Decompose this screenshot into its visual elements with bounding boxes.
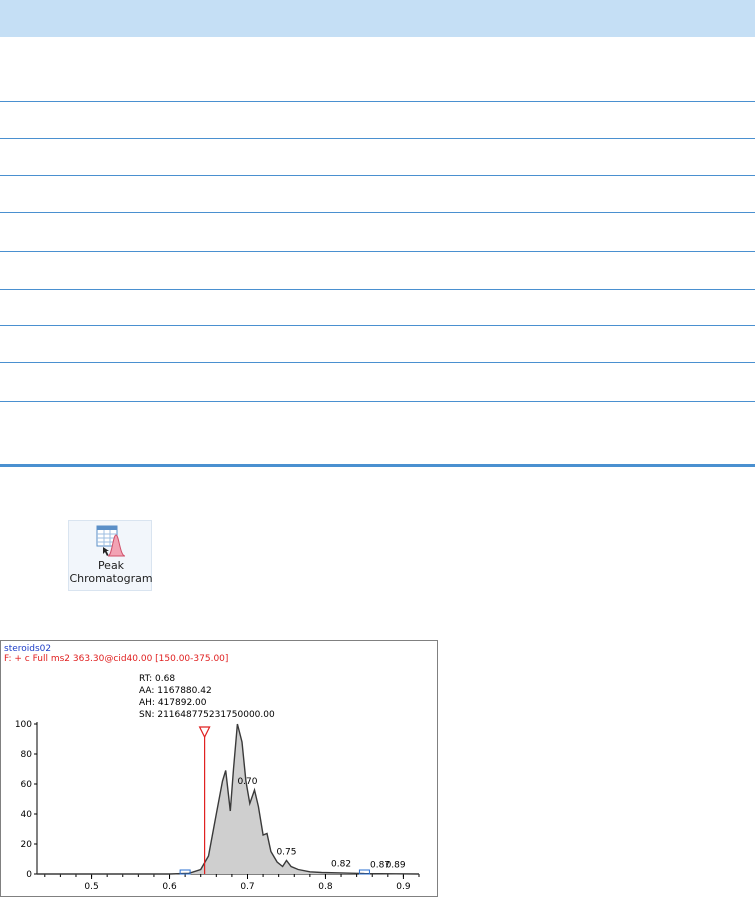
y-tick-label: 40 — [21, 810, 33, 820]
y-tick-label: 20 — [21, 840, 33, 850]
y-tick-label: 0 — [26, 870, 32, 880]
table-row — [0, 402, 755, 464]
scan-filter: F: + c Full ms2 363.30@cid40.00 [150.00-… — [4, 654, 228, 664]
chromatogram-label: Chromatogram — [69, 572, 153, 585]
x-tick-label: 0.5 — [84, 882, 98, 892]
table-row — [0, 290, 755, 325]
table-row — [0, 213, 755, 251]
peak-rt: RT: 0.68 — [139, 674, 175, 684]
peak-sn: SN: 211648775231750000.00 — [139, 710, 275, 720]
chromatogram-svg: steroids02 F: + c Full ms2 363.30@cid40.… — [4, 644, 420, 892]
table-row — [0, 176, 755, 212]
file-name: steroids02 — [4, 644, 51, 654]
chromatogram-plot: steroids02 F: + c Full ms2 363.30@cid40.… — [0, 640, 438, 897]
table-row — [0, 326, 755, 362]
table-row — [0, 363, 755, 401]
peak-label: 0.75 — [276, 848, 296, 858]
peak-area-fill — [37, 724, 419, 874]
table-header — [0, 0, 755, 37]
peak-label: 0.70 — [237, 777, 257, 787]
rt-marker-triangle — [198, 726, 211, 739]
peak-chromatogram-icon — [96, 525, 126, 557]
y-tick-label: 80 — [21, 750, 33, 760]
peak-height: AH: 417892.00 — [139, 698, 207, 708]
table-row — [0, 102, 755, 138]
table-row — [0, 37, 755, 101]
peak-label: 0.89 — [386, 861, 406, 871]
table-row — [0, 139, 755, 175]
table-bottom-border — [0, 464, 755, 467]
peak-chromatogram-button[interactable]: Peak Chromatogram — [68, 520, 153, 591]
table-row — [0, 252, 755, 289]
peak-label: 0.82 — [331, 860, 351, 870]
x-tick-label: 0.6 — [162, 882, 177, 892]
x-tick-label: 0.8 — [318, 882, 333, 892]
x-tick-label: 0.7 — [240, 882, 254, 892]
peak-area: AA: 1167880.42 — [139, 686, 212, 696]
x-tick-label: 0.9 — [396, 882, 411, 892]
y-tick-label: 60 — [21, 780, 33, 790]
y-tick-label: 100 — [15, 720, 32, 730]
peak-label: Peak — [97, 559, 125, 572]
